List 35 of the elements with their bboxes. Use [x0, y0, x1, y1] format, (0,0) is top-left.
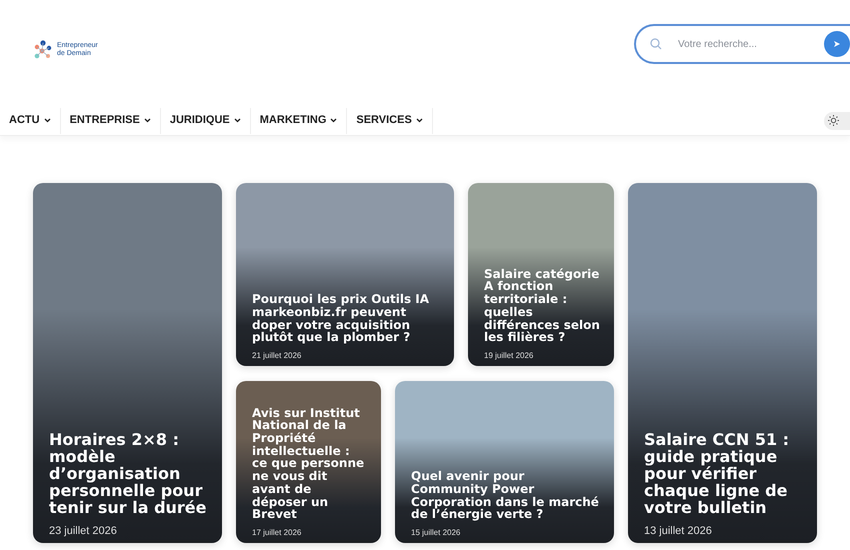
sun-icon [828, 115, 839, 126]
search-icon [650, 38, 662, 50]
article-title[interactable]: Pourquoi les prix Outils IA markeonbiz.fr peuvent doper votre acquisition plutôt que la plomber ? [252, 293, 440, 344]
nav-menu-item[interactable]: ACTU [0, 108, 61, 134]
nav-menu-item[interactable]: MARKETING [250, 108, 348, 134]
article-date: 17 juillet 2026 [252, 527, 302, 539]
article-card[interactable]: Salaire catégorie A fonction territoriale : quelles différences selon les filières ? 19 juillet 2026 [468, 183, 614, 366]
theme-toggle[interactable] [824, 112, 850, 130]
network-dots-icon [33, 40, 53, 60]
article-date: 13 juillet 2026 [644, 524, 713, 538]
nav-menu-item[interactable]: JURIDIQUE [160, 108, 251, 134]
article-title[interactable]: Avis sur Institut National de la Propriété intellectuelle : ce que personne ne vous dit avant de déposer un Brevet [252, 406, 367, 521]
article-title[interactable]: Horaires 2×8 : modèle d’organisation personnelle pour tenir sur la durée [49, 432, 208, 516]
article-title[interactable]: Salaire CCN 51 : guide pratique pour vérifier chaque ligne de votre bulletin [644, 432, 803, 516]
article-date: 15 juillet 2026 [411, 527, 462, 539]
article-card[interactable]: Quel avenir pour Community Power Corporation dans le marché de l’énergie verte ? 15 juillet 2026 [395, 381, 614, 543]
search-field[interactable]: Votre recherche... [634, 24, 850, 64]
article-date: 21 juillet 2026 [252, 350, 302, 362]
article-title[interactable]: Salaire catégorie A fonction territoriale : quelles différences selon les filières ? [484, 268, 600, 344]
submit-button[interactable] [824, 31, 850, 57]
chevron-down-icon [44, 118, 51, 123]
article-date: 23 juillet 2026 [49, 524, 118, 538]
send-arrow-icon [833, 40, 841, 48]
chevron-down-icon [330, 118, 338, 123]
article-title[interactable]: Quel avenir pour Community Power Corporation dans le marché de l’énergie verte ? [411, 470, 600, 521]
chevron-down-icon [416, 118, 423, 123]
article-card[interactable]: Pourquoi les prix Outils IA markeonbiz.fr peuvent doper votre acquisition plutôt que la plomber ? 21 juillet 2026 [236, 183, 454, 366]
article-card[interactable]: Avis sur Institut National de la Propriété intellectuelle : ce que personne ne vous dit avant de déposer un Brevet 17 juillet 2026 [236, 381, 381, 543]
chevron-down-icon [144, 118, 151, 123]
nav-menu-item[interactable]: ENTREPRISE [60, 108, 161, 134]
article-card[interactable]: Salaire CCN 51 : guide pratique pour vérifier chaque ligne de votre bulletin 13 juillet 2026 [628, 183, 817, 543]
article-date: 19 juillet 2026 [484, 350, 534, 362]
article-card[interactable]: Horaires 2×8 : modèle d’organisation personnelle pour tenir sur la durée 23 juillet 2026 [33, 183, 222, 543]
nav-menu-item[interactable]: SERVICES [347, 108, 433, 134]
chevron-down-icon [234, 118, 241, 123]
